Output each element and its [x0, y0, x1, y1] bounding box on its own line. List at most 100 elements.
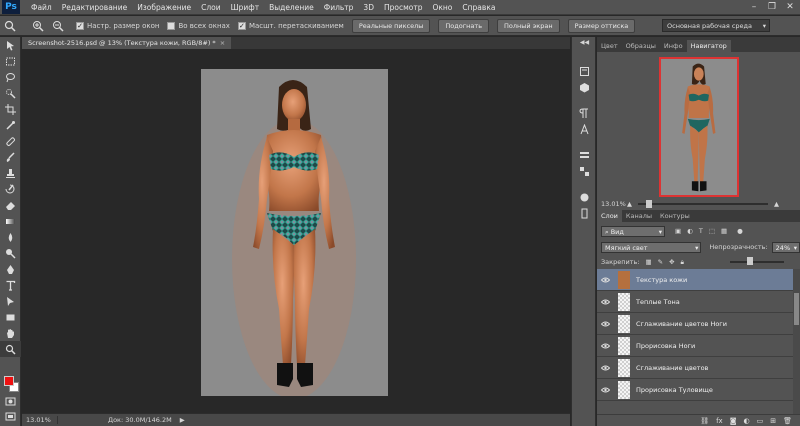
healing-brush-tool-icon[interactable] — [0, 133, 21, 149]
screen-mode-icon[interactable] — [0, 408, 21, 424]
navigator-thumbnail[interactable] — [659, 57, 739, 197]
visibility-eye-icon[interactable] — [597, 321, 613, 327]
clone-stamp-tool-icon[interactable] — [0, 165, 21, 181]
filter-pixel-icon[interactable]: ▣ — [675, 227, 681, 235]
tab-info[interactable]: Инфо — [660, 40, 687, 52]
dodge-tool-icon[interactable] — [0, 245, 21, 261]
print-size-button[interactable]: Размер оттиска — [567, 18, 636, 33]
character-panel-icon[interactable] — [572, 121, 597, 137]
menu-filter[interactable]: Фильтр — [319, 3, 359, 12]
styles-panel-icon[interactable] — [572, 163, 597, 179]
zoom-in-large-icon[interactable]: ▲ — [774, 200, 779, 208]
filter-type-icon[interactable]: T — [699, 227, 703, 235]
filter-smart-icon[interactable]: ▦ — [721, 227, 727, 235]
pen-tool-icon[interactable] — [0, 261, 21, 277]
restore-button[interactable]: ❐ — [764, 1, 780, 13]
document-tab[interactable]: Screenshot-2516.psd @ 13% (Текстура кожи… — [22, 37, 232, 49]
quick-select-tool-icon[interactable] — [0, 85, 21, 101]
menu-edit[interactable]: Редактирование — [57, 3, 132, 12]
layers-scrollbar[interactable] — [793, 269, 800, 414]
tab-swatches[interactable]: Образцы — [622, 40, 660, 52]
lock-image-icon[interactable]: ✎ — [658, 258, 663, 266]
lock-position-icon[interactable]: ✥ — [669, 258, 674, 266]
move-tool-icon[interactable] — [0, 37, 21, 53]
menu-view[interactable]: Просмотр — [379, 3, 428, 12]
zoom-tool-icon[interactable] — [0, 341, 21, 357]
menu-layer[interactable]: Слои — [196, 3, 226, 12]
folder-icon[interactable]: ▭ — [757, 417, 764, 425]
blur-tool-icon[interactable] — [0, 229, 21, 245]
layer-filter-select[interactable]: ⌕ Вид ▾ — [601, 225, 665, 237]
brush-tool-icon[interactable] — [0, 149, 21, 165]
gradient-tool-icon[interactable] — [0, 213, 21, 229]
eyedropper-tool-icon[interactable] — [0, 117, 21, 133]
visibility-eye-icon[interactable] — [597, 387, 613, 393]
zoom-out-icon[interactable] — [48, 18, 68, 34]
opacity-slider-handle[interactable] — [747, 257, 754, 265]
menu-help[interactable]: Справка — [457, 3, 500, 12]
scrubby-zoom-checkbox[interactable]: ✓ Масшт. перетаскиванием — [237, 21, 344, 30]
lasso-tool-icon[interactable] — [0, 69, 21, 85]
filter-toggle-icon[interactable]: ● — [737, 227, 743, 235]
eraser-tool-icon[interactable] — [0, 197, 21, 213]
navigator-zoom-slider[interactable] — [638, 200, 768, 208]
layer-row[interactable]: Прорисовка Туловище — [597, 379, 793, 401]
canvas-area[interactable] — [22, 49, 570, 413]
menu-select[interactable]: Выделение — [264, 3, 319, 12]
fit-screen-button[interactable]: Подогнать — [438, 18, 490, 33]
quick-mask-icon[interactable] — [0, 393, 21, 409]
menu-file[interactable]: Файл — [26, 3, 57, 12]
zoom-in-icon[interactable] — [28, 18, 48, 34]
new-layer-icon[interactable]: ⊞ — [770, 417, 776, 425]
filter-adjustment-icon[interactable]: ◐ — [687, 227, 693, 235]
menu-image[interactable]: Изображение — [132, 3, 196, 12]
lock-all-icon[interactable]: 🔒︎ — [681, 258, 684, 267]
tab-layers[interactable]: Слои — [597, 210, 622, 222]
visibility-eye-icon[interactable] — [597, 277, 613, 283]
adjustment-icon[interactable]: ◐ — [744, 417, 750, 425]
visibility-eye-icon[interactable] — [597, 299, 613, 305]
all-windows-checkbox[interactable]: Во всех окнах — [167, 21, 230, 30]
resize-windows-checkbox[interactable]: ✓ Настр. размер окон — [76, 21, 159, 30]
adjustments-panel-icon[interactable] — [572, 147, 597, 163]
color-swatches[interactable] — [4, 376, 20, 394]
type-tool-icon[interactable] — [0, 277, 21, 293]
minimize-button[interactable]: – — [746, 1, 762, 13]
visibility-eye-icon[interactable] — [597, 343, 613, 349]
blend-mode-select[interactable]: Мягкий свет ▾ — [601, 241, 702, 253]
opacity-input[interactable]: 24% ▾ — [771, 241, 800, 253]
layer-row[interactable]: Теплые Тона — [597, 291, 793, 313]
fill-screen-button[interactable]: Полный экран — [497, 18, 560, 33]
actual-pixels-button[interactable]: Реальные пикселы — [351, 18, 431, 33]
layer-row[interactable]: Текстура кожи — [597, 269, 793, 291]
zoom-out-small-icon[interactable]: ▲ — [627, 200, 632, 208]
scrollbar-thumb[interactable] — [794, 293, 799, 325]
hand-tool-icon[interactable] — [0, 325, 21, 341]
collapse-icon[interactable]: ◀◀ — [572, 37, 597, 47]
workspace-select[interactable]: Основная рабочая среда ▾ — [662, 19, 770, 32]
menu-window[interactable]: Окно — [427, 3, 457, 12]
layer-row[interactable]: Прорисовка Ноги — [597, 335, 793, 357]
link-icon[interactable]: ⛓ — [700, 417, 709, 425]
3d-panel-icon[interactable] — [572, 79, 597, 95]
clone-source-icon[interactable] — [572, 205, 597, 221]
status-menu-arrow[interactable]: ▶ — [180, 416, 185, 424]
zoom-tool-icon[interactable] — [0, 18, 20, 34]
lock-transparency-icon[interactable]: ▦ — [645, 258, 651, 266]
rectangle-tool-icon[interactable] — [0, 309, 21, 325]
zoom-level-field[interactable]: 13.01% — [22, 416, 58, 424]
brush-panel-icon[interactable] — [572, 189, 597, 205]
menu-3d[interactable]: 3D — [358, 3, 379, 12]
tab-paths[interactable]: Контуры — [656, 210, 694, 222]
path-selection-tool-icon[interactable] — [0, 293, 21, 309]
tab-color[interactable]: Цвет — [597, 40, 622, 52]
close-button[interactable]: ✕ — [782, 1, 798, 13]
trash-icon[interactable]: 🗑︎ — [783, 417, 792, 425]
layer-row[interactable]: Сглаживание цветов Ноги — [597, 313, 793, 335]
crop-tool-icon[interactable] — [0, 101, 21, 117]
mask-icon[interactable]: ◙ — [730, 417, 737, 425]
foreground-color-swatch[interactable] — [4, 376, 14, 386]
navigator-zoom-value[interactable]: 13.01% — [597, 200, 627, 208]
marquee-tool-icon[interactable] — [0, 53, 21, 69]
tab-channels[interactable]: Каналы — [622, 210, 656, 222]
